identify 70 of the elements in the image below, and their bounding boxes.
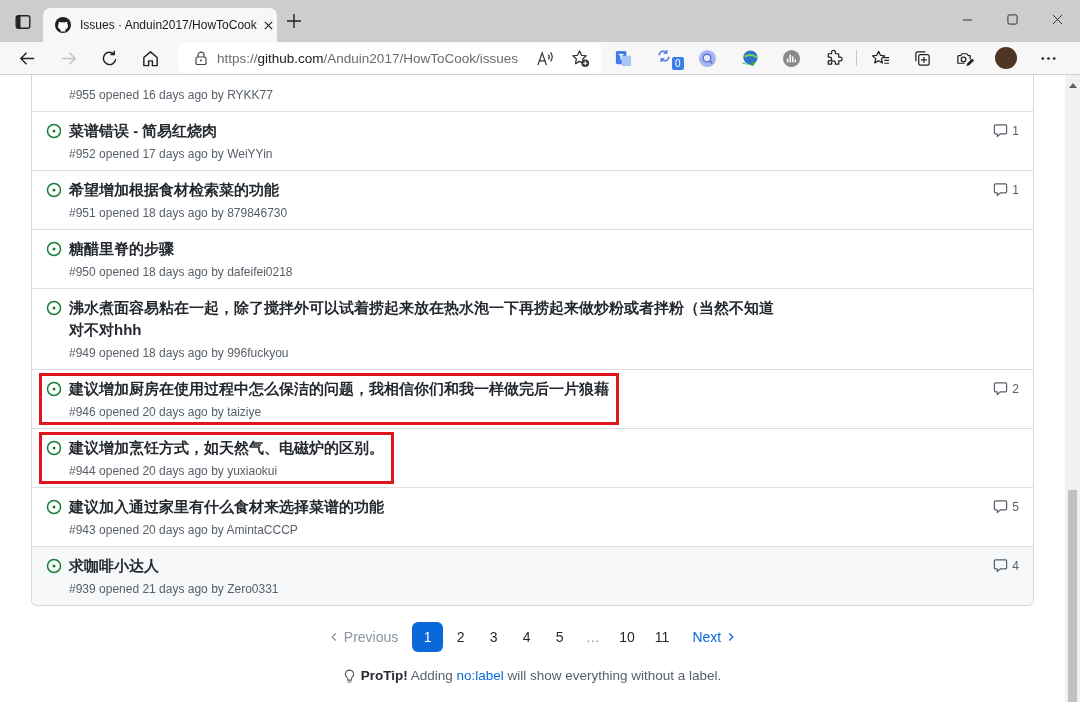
open-issue-icon (46, 499, 62, 515)
issue-title[interactable]: 建议增加烹饪方式，如天然气、电磁炉的区别。 (69, 437, 384, 459)
page-link[interactable]: 2 (445, 622, 477, 652)
page-link[interactable]: 4 (511, 622, 543, 652)
globe-icon[interactable] (739, 48, 759, 68)
window-icon[interactable] (15, 14, 31, 30)
scrollbar[interactable] (1065, 75, 1080, 702)
issue-meta: #943 opened 20 days ago by AmintaCCCP (69, 522, 299, 539)
page-link[interactable]: 1 (412, 622, 444, 652)
issue-meta: #951 opened 18 days ago by 879846730 (69, 205, 288, 222)
sync-icon[interactable] (656, 48, 672, 64)
next-link[interactable]: Next (684, 622, 747, 652)
count-badge: 0 (672, 57, 684, 70)
comment-icon (993, 499, 1009, 514)
issue-meta: #939 opened 21 days ago by Zero0331 (69, 581, 279, 598)
open-issue-icon (46, 381, 62, 397)
page-link[interactable]: 11 (645, 622, 679, 652)
comments-link[interactable]: 4 (993, 558, 1019, 573)
close-icon[interactable] (262, 19, 274, 31)
close-icon[interactable] (1052, 14, 1063, 25)
issue-title[interactable]: 建议加入通过家里有什么食材来选择菜谱的功能 (69, 496, 384, 518)
issue-title[interactable]: 沸水煮面容易粘在一起，除了搅拌外可以试着捞起来放在热水泡一下再捞起来做炒粉或者拌粉（当然不知道对不对hhh (69, 297, 781, 341)
plus-icon[interactable] (287, 14, 301, 28)
lightbulb-icon (343, 668, 355, 684)
comment-icon (993, 381, 1009, 396)
search-circle-icon[interactable] (697, 48, 717, 68)
comment-icon (993, 182, 1009, 197)
issue-title[interactable]: 希望增加根据食材检索菜的功能 (69, 179, 288, 201)
comments-link[interactable]: 2 (993, 381, 1019, 396)
add-favorite-icon[interactable] (571, 48, 590, 68)
scroll-up-icon[interactable] (1068, 83, 1077, 88)
open-issue-icon (46, 558, 62, 574)
scrollbar-thumb[interactable] (1068, 490, 1077, 702)
refresh-icon[interactable] (100, 48, 119, 68)
open-issue-icon (46, 182, 62, 198)
collections-icon[interactable] (912, 48, 932, 68)
open-issue-icon (46, 241, 62, 257)
lock-icon[interactable] (195, 51, 207, 65)
maximize-icon[interactable] (1007, 14, 1018, 25)
issue-meta: #946 opened 20 days ago by taiziye (69, 404, 263, 421)
page-link[interactable]: 10 (610, 622, 644, 652)
comments-link[interactable]: 1 (993, 123, 1019, 138)
open-issue-icon (46, 123, 62, 139)
protip-text: ProTip! Adding no:label will show everything without a label. (360, 667, 722, 685)
open-issue-icon (46, 300, 62, 316)
no-label-link[interactable]: no:label (456, 668, 504, 683)
comments-link[interactable]: 5 (993, 499, 1019, 514)
page-link[interactable]: 5 (544, 622, 576, 652)
comment-icon (993, 123, 1009, 138)
pagination-gap: … (584, 628, 601, 647)
issue-meta: #955 opened 16 days ago by RYKK77 (69, 87, 273, 104)
issue-title[interactable]: 菜谱错误 - 简易红烧肉 (69, 120, 273, 142)
issue-meta: #952 opened 17 days ago by WeiYYin (69, 146, 273, 163)
issue-meta: #950 opened 18 days ago by dafeifei0218 (69, 264, 293, 281)
issue-meta: #949 opened 18 days ago by 996fuckyou (69, 345, 290, 362)
issue-title[interactable]: 建议增加厨房在使用过程中怎么保洁的问题，我相信你们和我一样做完后一片狼藉 (69, 378, 609, 400)
address-bar[interactable]: https://github.com/Anduin2017/HowToCook/issues (178, 43, 602, 73)
avatar-icon[interactable] (995, 47, 1017, 69)
browser-tab[interactable]: Issues · Anduin2017/HowToCook (43, 8, 277, 42)
issue-title[interactable]: 糖醋里脊的步骤 (69, 238, 293, 260)
translate-icon[interactable] (613, 48, 633, 68)
issue-meta: #944 opened 20 days ago by yuxiaokui (69, 463, 279, 480)
open-issue-icon (46, 440, 62, 456)
chart-circle-icon[interactable] (781, 48, 801, 68)
comment-icon (993, 558, 1009, 573)
issue-title[interactable]: 求咖啡小达人 (69, 555, 279, 577)
home-icon[interactable] (141, 48, 160, 68)
comments-link[interactable]: 1 (993, 182, 1019, 197)
cat-icon (55, 17, 71, 33)
page-link[interactable]: 3 (478, 622, 510, 652)
